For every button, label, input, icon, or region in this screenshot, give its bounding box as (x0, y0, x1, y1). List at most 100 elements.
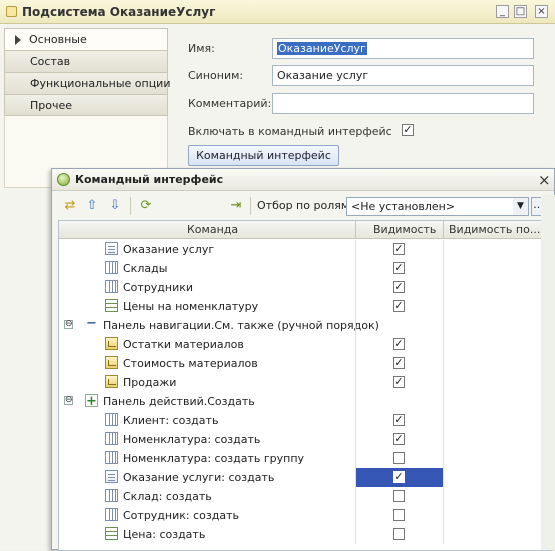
close-button[interactable]: × (535, 5, 548, 18)
document-icon (105, 470, 118, 483)
table-row[interactable]: Продажи ✓ (59, 373, 546, 392)
table-row[interactable]: Цена: создать (59, 525, 546, 544)
column-separator (355, 373, 356, 392)
ci-toolbar: ⇄ ⇧ ⇩ ⟳ ⇥ Отбор по ролям: <Не установлен… (52, 193, 554, 219)
table-row[interactable]: Цены на номенклатуру ✓ (59, 297, 546, 316)
tab-main[interactable]: Основные (4, 28, 168, 50)
plus-icon: + (85, 394, 98, 409)
include-in-ci-checkbox[interactable]: ✓ (402, 124, 414, 136)
title-bar: Подсистема ОказаниеУслуг _ □ × (0, 0, 555, 24)
table-row[interactable]: Стоимость материалов ✓ (59, 354, 546, 373)
window-title: Подсистема ОказаниеУслуг (22, 5, 216, 19)
command-label: Оказание услуг (123, 243, 215, 256)
command-label: Сотрудники (123, 281, 194, 294)
column-separator (443, 487, 444, 506)
synonym-label: Синоним: (188, 69, 244, 82)
move-up-icon[interactable]: ⇧ (84, 198, 100, 214)
role-filter-label: Отбор по ролям: (257, 199, 353, 212)
collapse-icon[interactable]: ⊖ (64, 320, 73, 329)
report-icon (105, 337, 118, 350)
visibility-checkbox[interactable]: ✓ (393, 433, 405, 445)
column-separator (443, 411, 444, 430)
ci-close-button[interactable]: × (538, 171, 551, 189)
tab-composition[interactable]: Состав (4, 50, 168, 72)
ci-window-title: Командный интерфейс (75, 173, 224, 186)
table-row[interactable]: ⊖ − Панель навигации.См. также (ручной пор… (59, 316, 546, 335)
synonym-input[interactable]: Оказание услуг (272, 65, 534, 86)
column-separator (443, 430, 444, 449)
command-table: Команда Видимость Видимость по... Оказан… (58, 220, 547, 551)
visibility-checkbox[interactable]: ✓ (393, 414, 405, 426)
column-separator (355, 240, 356, 259)
table-row[interactable]: Сотрудники ✓ (59, 278, 546, 297)
maximize-button[interactable]: □ (514, 5, 527, 18)
chevron-down-icon[interactable]: ▼ (513, 197, 529, 216)
visibility-checkbox[interactable]: ✓ (393, 471, 405, 483)
table-row[interactable]: Склады ✓ (59, 259, 546, 278)
command-label: Номенклатура: создать группу (123, 452, 305, 465)
command-label: Номенклатура: создать (123, 433, 261, 446)
visibility-checkbox[interactable]: ✓ (393, 300, 405, 312)
table-row[interactable]: Номенклатура: создать ✓ (59, 430, 546, 449)
visibility-checkbox[interactable] (393, 452, 405, 464)
role-filter-select[interactable]: <Не установлен> (346, 197, 529, 216)
name-value: ОказаниеУслуг (277, 42, 367, 55)
catalog-icon (105, 432, 118, 445)
column-separator (443, 506, 444, 525)
move-down-icon[interactable]: ⇩ (107, 198, 123, 214)
table-row[interactable]: ⊖ + Панель действий.Создать (59, 392, 546, 411)
column-separator (355, 297, 356, 316)
column-header-visibility-by-roles[interactable]: Видимость по... (449, 223, 545, 236)
table-row[interactable]: Оказание услуги: создать ✓ (59, 468, 546, 487)
minimize-button[interactable]: _ (496, 5, 509, 18)
column-separator (355, 411, 356, 430)
visibility-checkbox[interactable]: ✓ (393, 281, 405, 293)
role-filter-icon[interactable]: ⇥ (228, 198, 244, 214)
command-label: Склад: создать (123, 490, 212, 503)
visibility-checkbox[interactable]: ✓ (393, 262, 405, 274)
column-separator (355, 278, 356, 297)
catalog-icon (105, 280, 118, 293)
visibility-checkbox[interactable]: ✓ (393, 338, 405, 350)
column-separator (355, 316, 356, 335)
comment-input[interactable] (272, 93, 534, 114)
vertical-scrollbar[interactable] (541, 195, 555, 550)
table-row[interactable]: Оказание услуг ✓ (59, 240, 546, 259)
tab-functional-options[interactable]: Функциональные опции (4, 72, 170, 94)
table-row[interactable]: Сотрудник: создать (59, 506, 546, 525)
refresh-icon[interactable]: ⟳ (138, 198, 154, 214)
column-header-command[interactable]: Команда (187, 223, 238, 236)
document-icon (105, 242, 118, 255)
column-separator (355, 354, 356, 373)
column-separator (443, 221, 444, 239)
name-input[interactable]: ОказаниеУслуг (272, 38, 534, 59)
catalog-icon (105, 413, 118, 426)
visibility-checkbox[interactable] (393, 528, 405, 540)
visibility-checkbox[interactable]: ✓ (393, 376, 405, 388)
table-row[interactable]: Клиент: создать ✓ (59, 411, 546, 430)
tab-label: Состав (30, 55, 71, 68)
register-icon (105, 299, 118, 312)
visibility-checkbox[interactable]: ✓ (393, 357, 405, 369)
column-separator (443, 354, 444, 373)
command-label: Цены на номенклатуру (123, 300, 259, 313)
move-to-group-icon[interactable]: ⇄ (62, 198, 78, 214)
command-label: Остатки материалов (123, 338, 244, 351)
column-separator (443, 468, 444, 487)
visibility-checkbox[interactable]: ✓ (393, 243, 405, 255)
collapse-icon[interactable]: ⊖ (64, 396, 73, 405)
column-separator (355, 392, 356, 411)
visibility-checkbox[interactable] (393, 509, 405, 521)
column-separator (355, 259, 356, 278)
table-row[interactable]: Склад: создать (59, 487, 546, 506)
table-row[interactable]: Остатки материалов ✓ (59, 335, 546, 354)
tab-other[interactable]: Прочее (4, 94, 168, 116)
column-separator (443, 259, 444, 278)
include-in-ci-label: Включать в командный интерфейс (188, 125, 392, 138)
tab-list: Основные Состав Функциональные опции Про… (4, 28, 170, 116)
command-interface-button[interactable]: Командный интерфейс (188, 145, 339, 166)
table-row[interactable]: Номенклатура: создать группу (59, 449, 546, 468)
column-separator (355, 430, 356, 449)
column-header-visibility[interactable]: Видимость (373, 223, 436, 236)
visibility-checkbox[interactable] (393, 490, 405, 502)
